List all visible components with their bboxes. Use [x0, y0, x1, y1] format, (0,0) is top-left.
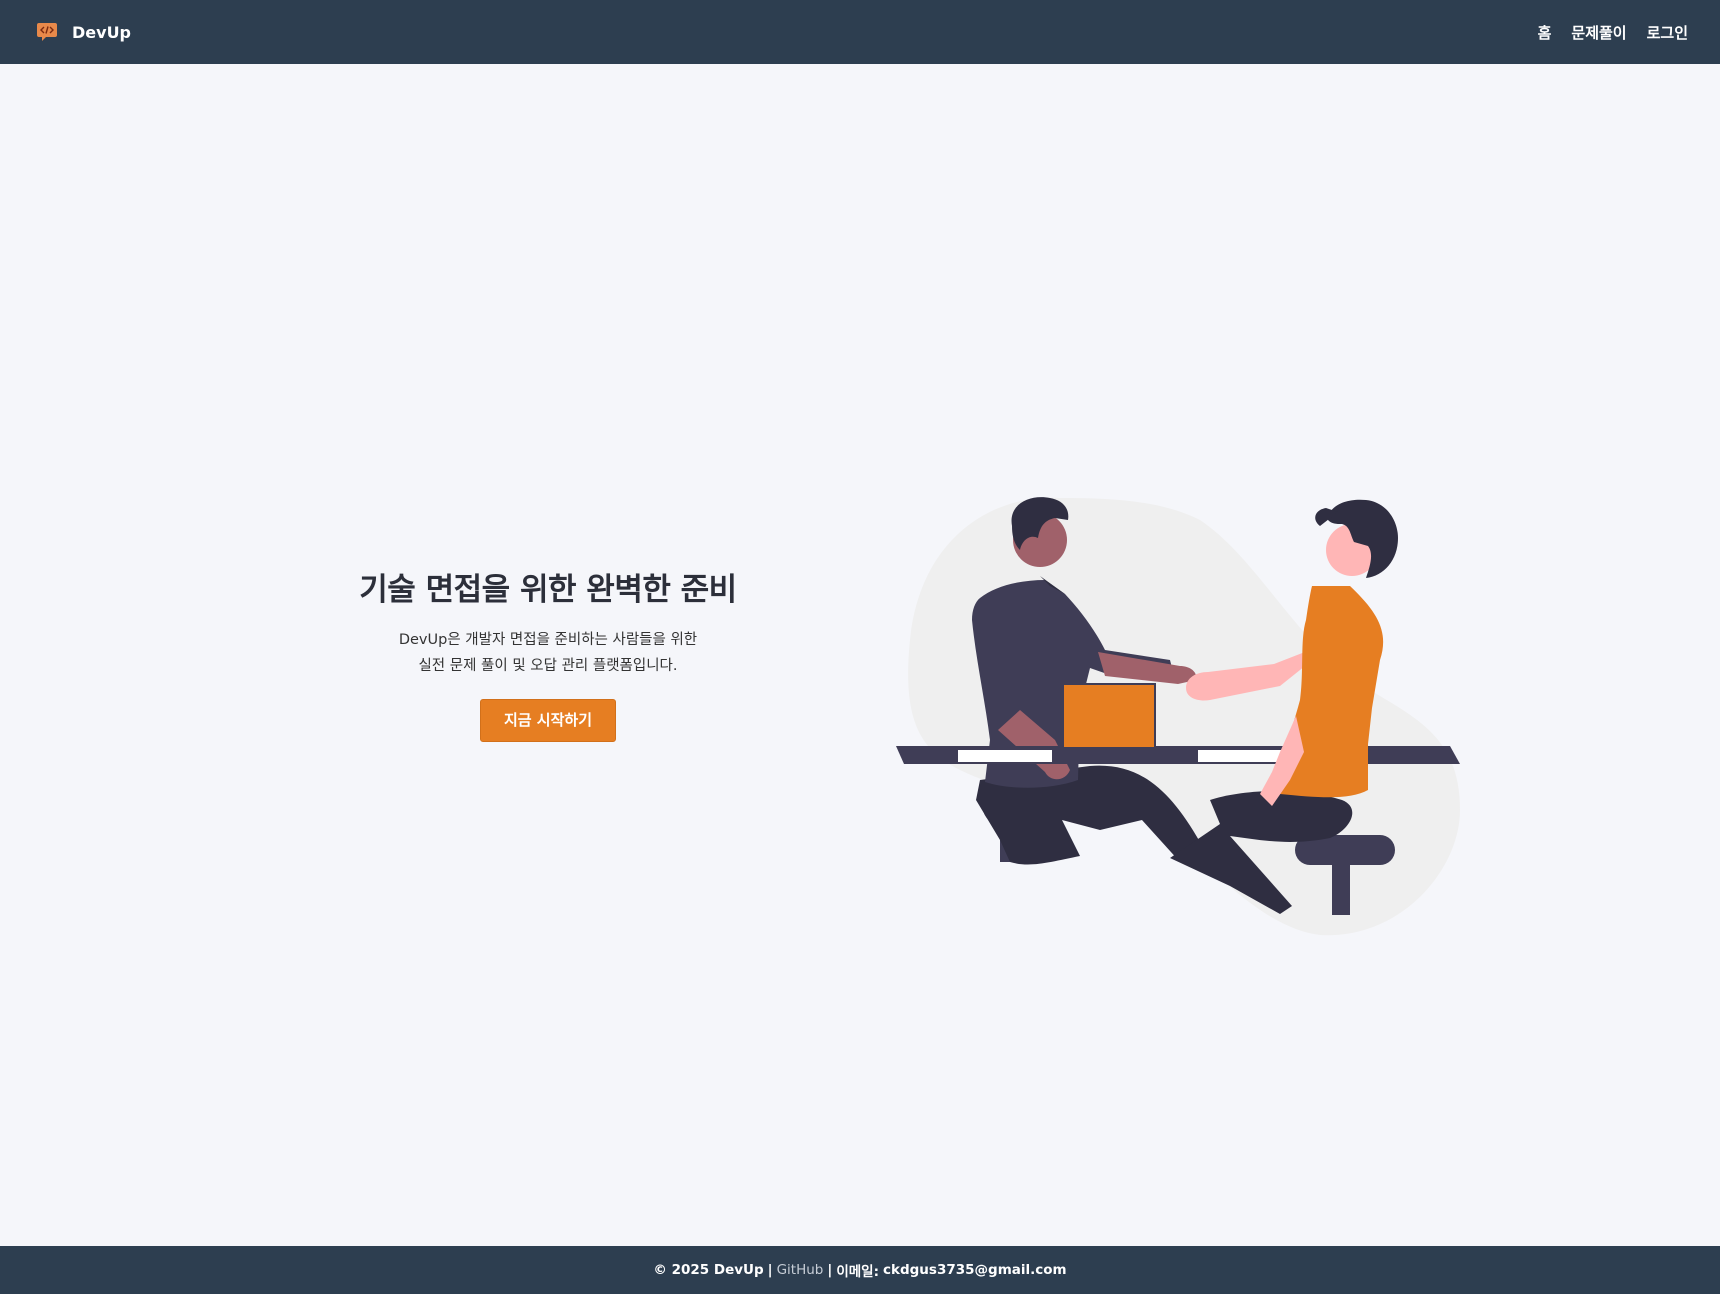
code-chat-bubble-icon — [36, 21, 58, 43]
top-navbar: DevUp 홈 문제풀이 로그인 — [0, 0, 1720, 64]
footer-github-link[interactable]: GitHub — [777, 1262, 824, 1278]
footer-separator: | — [767, 1262, 773, 1278]
hero-description-line2: 실전 문제 풀이 및 오답 관리 플랫폼입니다. — [418, 658, 678, 674]
main-nav: 홈 문제풀이 로그인 — [1538, 22, 1688, 43]
footer-copyright: © 2025 DevUp — [653, 1262, 764, 1278]
brand-link[interactable]: DevUp — [36, 21, 131, 43]
hero-description-line1: DevUp은 개발자 면접을 준비하는 사람들을 위한 — [398, 632, 698, 648]
hero-title: 기술 면접을 위한 완벽한 준비 — [359, 572, 737, 608]
footer-email-label: 이메일: — [836, 1264, 879, 1280]
handshake-illustration — [880, 490, 1460, 940]
hero-text-block: 기술 면접을 위한 완벽한 준비 DevUp은 개발자 면접을 준비하는 사람들… — [298, 564, 798, 742]
start-now-button[interactable]: 지금 시작하기 — [480, 699, 616, 742]
hero-section: 기술 면접을 위한 완벽한 준비 DevUp은 개발자 면접을 준비하는 사람들… — [0, 64, 1720, 1246]
nav-home-link[interactable]: 홈 — [1538, 22, 1552, 43]
footer-separator: | — [827, 1262, 833, 1278]
nav-login-link[interactable]: 로그인 — [1647, 22, 1688, 43]
page-footer: © 2025 DevUp | GitHub | 이메일: ckdgus3735@… — [0, 1246, 1720, 1294]
footer-email-address: ckdgus3735@gmail.com — [883, 1262, 1067, 1278]
brand-name: DevUp — [72, 22, 132, 42]
nav-problems-link[interactable]: 문제풀이 — [1571, 22, 1626, 43]
hero-description: DevUp은 개발자 면접을 준비하는 사람들을 위한 실전 문제 풀이 및 오… — [298, 627, 798, 679]
